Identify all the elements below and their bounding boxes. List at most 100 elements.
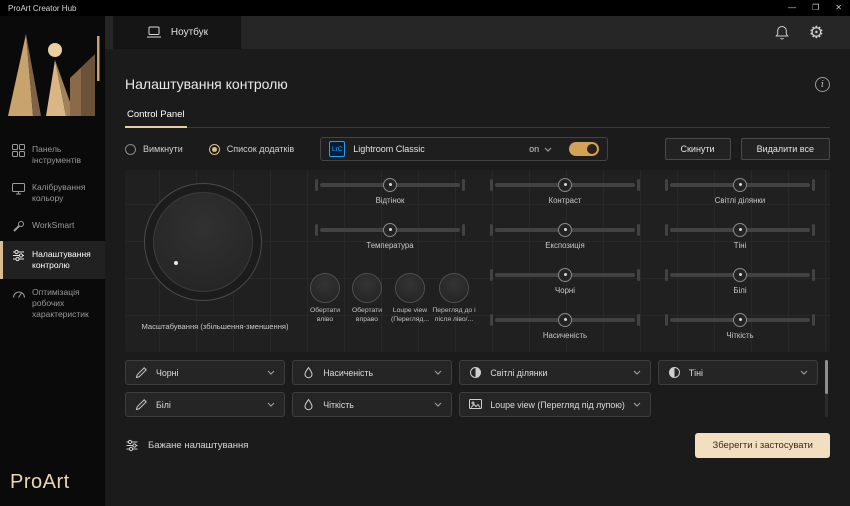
maximize-button[interactable]: ❒ (812, 4, 819, 12)
chevron-down-icon (633, 370, 641, 375)
loupe-view-button[interactable]: Loupe view (Перегляд... (387, 273, 433, 325)
slider-knob[interactable] (383, 223, 397, 237)
sidebar-item-color-calibration[interactable]: Калібрування кольору (0, 174, 105, 212)
rotate-right-icon[interactable] (352, 273, 382, 303)
tab-control-panel[interactable]: Control Panel (125, 109, 187, 128)
slider-knob[interactable] (733, 313, 747, 327)
proart-wordmark: ProArt (10, 471, 70, 494)
radio-disable[interactable]: Вимкнути (125, 144, 183, 155)
window-title: ProArt Creator Hub (8, 4, 76, 13)
info-icon[interactable]: i (815, 77, 830, 92)
pencil-icon (135, 366, 148, 379)
slider-track[interactable] (665, 313, 815, 327)
save-apply-button[interactable]: Зберегти і застосувати (695, 433, 830, 458)
slider-temperature[interactable]: Температура (315, 223, 465, 250)
before-after-label: Перегляд до і після ліво/... (431, 307, 477, 325)
radio-app-list-circle-icon[interactable] (209, 144, 220, 155)
slider-exposure[interactable]: Експозиція (490, 223, 640, 250)
before-after-button[interactable]: Перегляд до і після ліво/... (431, 273, 477, 325)
slider-track[interactable] (490, 223, 640, 237)
scrollbar-thumb[interactable] (825, 360, 828, 394)
zoom-dial[interactable] (144, 183, 262, 301)
sidebar-item-performance[interactable]: Оптимізація робочих характеристик (0, 279, 105, 328)
slider-track[interactable] (315, 178, 465, 192)
sidebar: Панель інструментів Калібрування кольору… (0, 16, 105, 506)
before-after-icon[interactable] (439, 273, 469, 303)
rotate-left-icon[interactable] (310, 273, 340, 303)
slider-shadows[interactable]: Тіні (665, 223, 815, 250)
dashboard-icon (12, 144, 25, 157)
slider-track[interactable] (665, 178, 815, 192)
assign-dropdown-shadows[interactable]: Тіні (658, 360, 818, 385)
loupe-view-icon[interactable] (395, 273, 425, 303)
assign-dropdown-loupe-view[interactable]: Loupe view (Перегляд під лупою) (459, 392, 650, 417)
slider-whites[interactable]: Білі (665, 268, 815, 295)
sidebar-item-label: Налаштування контролю (32, 249, 101, 271)
control-mapping-panel: Масштабування (збільшення-зменшення) Від… (125, 170, 830, 352)
bell-icon[interactable] (775, 25, 789, 40)
assign-dropdown-blacks[interactable]: Чорні (125, 360, 285, 385)
slider-track[interactable] (490, 268, 640, 282)
main-area: Ноутбук ⚙ Налаштування контролю i Contro… (105, 16, 850, 506)
app-state-select[interactable]: on (529, 144, 552, 154)
slider-hue[interactable]: Відтінок (315, 178, 465, 205)
rotate-right-label: Обертати вправо (344, 307, 390, 325)
pencil-icon (135, 398, 148, 411)
assign-dropdown-clarity[interactable]: Чіткість (292, 392, 452, 417)
slider-track[interactable] (490, 313, 640, 327)
chevron-down-icon (633, 402, 641, 407)
sidebar-item-control-settings[interactable]: Налаштування контролю (0, 241, 105, 279)
lightroom-classic-app-icon: LrC (329, 141, 345, 157)
window-controls: — ❒ ✕ (788, 4, 842, 12)
laptop-icon (146, 26, 162, 39)
slider-knob[interactable] (733, 178, 747, 192)
close-button[interactable]: ✕ (835, 4, 842, 12)
assignment-area: Чорні Насиченість Світлі ділянки (125, 360, 830, 417)
color-calibration-icon (12, 182, 25, 195)
slider-knob[interactable] (558, 313, 572, 327)
slider-track[interactable] (665, 223, 815, 237)
slider-label: Чіткість (665, 331, 815, 340)
app-selector[interactable]: LrC Lightroom Classic on (320, 137, 608, 161)
radio-disable-circle-icon[interactable] (125, 144, 136, 155)
sidebar-item-dashboard[interactable]: Панель інструментів (0, 136, 105, 174)
slider-track[interactable] (665, 268, 815, 282)
assign-dropdown-whites[interactable]: Білі (125, 392, 285, 417)
slider-clarity[interactable]: Чіткість (665, 313, 815, 340)
sidebar-item-worksmart[interactable]: WorkSmart (0, 212, 105, 241)
slider-blacks[interactable]: Чорні (490, 268, 640, 295)
assign-dropdown-label: Тіні (689, 368, 703, 378)
slider-label: Насиченість (490, 331, 640, 340)
slider-knob[interactable] (383, 178, 397, 192)
radio-app-list[interactable]: Список додатків (209, 144, 294, 155)
app-enabled-toggle[interactable] (569, 142, 599, 156)
slider-knob[interactable] (733, 268, 747, 282)
delete-all-button[interactable]: Видалити все (741, 138, 830, 160)
reset-button[interactable]: Скинути (665, 138, 731, 160)
assign-dropdown-highlights[interactable]: Світлі ділянки (459, 360, 650, 385)
slider-saturation[interactable]: Насиченість (490, 313, 640, 340)
slider-knob[interactable] (558, 268, 572, 282)
dial-indicator-dot (174, 261, 178, 265)
slider-knob[interactable] (558, 178, 572, 192)
assignment-scrollbar[interactable] (825, 360, 828, 417)
minimize-button[interactable]: — (788, 4, 796, 12)
slider-knob[interactable] (558, 223, 572, 237)
tab-laptop[interactable]: Ноутбук (113, 16, 241, 49)
assign-dropdown-saturation[interactable]: Насиченість (292, 360, 452, 385)
content: Налаштування контролю i Control Panel Ви… (105, 50, 850, 506)
rotate-left-button[interactable]: Обертати вліво (302, 273, 348, 325)
radio-app-list-label: Список додатків (227, 144, 294, 154)
slider-highlights[interactable]: Світлі ділянки (665, 178, 815, 205)
preferred-settings[interactable]: Бажане налаштування (125, 439, 248, 452)
sidebar-item-label: Оптимізація робочих характеристик (32, 287, 101, 320)
proart-logo-graphic (0, 16, 105, 124)
slider-track[interactable] (315, 223, 465, 237)
slider-knob[interactable] (733, 223, 747, 237)
gear-icon[interactable]: ⚙ (809, 24, 824, 41)
sidebar-item-label: WorkSmart (32, 220, 74, 231)
rotate-right-button[interactable]: Обертати вправо (344, 273, 390, 325)
footer-row: Бажане налаштування Зберегти і застосува… (125, 433, 830, 458)
slider-contrast[interactable]: Контраст (490, 178, 640, 205)
slider-track[interactable] (490, 178, 640, 192)
